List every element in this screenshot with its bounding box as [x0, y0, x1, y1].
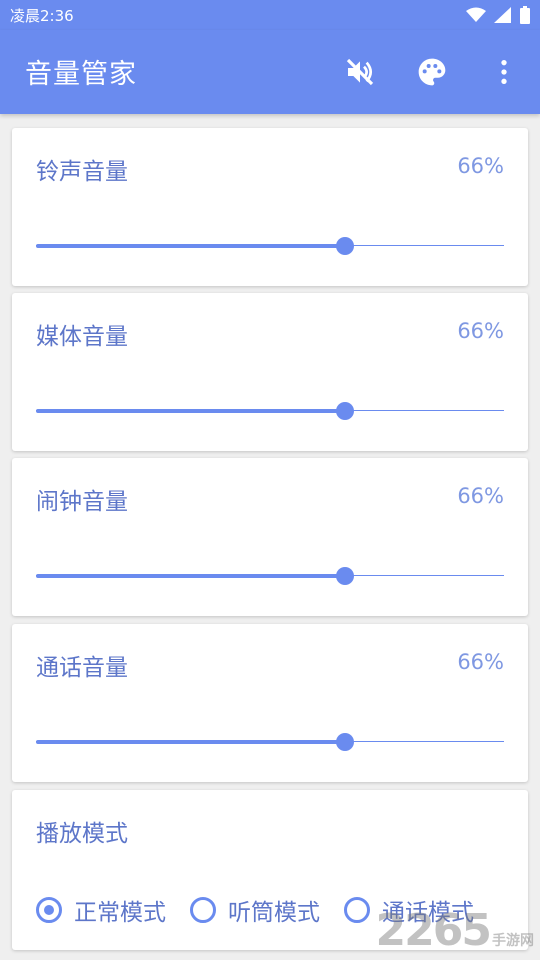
slider-fill	[36, 740, 345, 744]
media-volume-card: 媒体音量 66%	[12, 293, 528, 451]
more-vert-icon	[501, 60, 507, 84]
slider-thumb[interactable]	[335, 237, 354, 255]
volume-title: 通话音量	[36, 655, 128, 681]
site-watermark: 2265 手游网	[376, 905, 534, 956]
call-volume-slider[interactable]	[36, 732, 504, 752]
slider-thumb[interactable]	[335, 567, 354, 585]
radio-button[interactable]	[36, 897, 62, 923]
alarm-volume-card: 闹钟音量 66%	[12, 458, 528, 616]
status-bar: 凌晨2:36	[0, 0, 540, 30]
play-mode-title: 播放模式	[36, 821, 128, 847]
app-title: 音量管家	[25, 59, 137, 90]
signal-icon	[494, 7, 511, 23]
slider-thumb[interactable]	[335, 733, 354, 751]
wifi-icon	[466, 7, 486, 22]
watermark-suffix: 手游网	[492, 933, 534, 949]
status-icons	[466, 6, 530, 24]
volume-percent: 66%	[457, 319, 504, 343]
app-bar: 音量管家	[0, 30, 540, 114]
ringtone-volume-card: 铃声音量 66%	[12, 128, 528, 286]
palette-icon	[418, 58, 446, 86]
theme-button[interactable]	[414, 54, 450, 90]
media-volume-slider[interactable]	[36, 401, 504, 421]
more-options-button[interactable]	[486, 54, 522, 90]
radio-selected-dot	[44, 905, 54, 915]
radio-option-earpiece[interactable]: 听筒模式	[190, 893, 320, 927]
volume-percent: 66%	[457, 154, 504, 178]
watermark-number: 2265	[375, 905, 492, 956]
volume-title: 媒体音量	[36, 324, 128, 350]
slider-fill	[36, 409, 345, 413]
slider-fill	[36, 244, 345, 248]
slider-thumb[interactable]	[335, 402, 354, 420]
mute-button[interactable]	[342, 54, 378, 90]
radio-label: 正常模式	[74, 900, 166, 926]
radio-button[interactable]	[344, 897, 370, 923]
call-volume-card: 通话音量 66%	[12, 624, 528, 782]
radio-label: 听筒模式	[228, 900, 320, 926]
slider-fill	[36, 574, 345, 578]
ringtone-volume-slider[interactable]	[36, 236, 504, 256]
status-time: 凌晨2:36	[10, 7, 74, 25]
battery-icon	[520, 6, 530, 24]
volume-title: 铃声音量	[36, 159, 128, 185]
volume-percent: 66%	[457, 650, 504, 674]
alarm-volume-slider[interactable]	[36, 566, 504, 586]
volume-title: 闹钟音量	[36, 489, 128, 515]
mute-icon	[346, 58, 374, 86]
volume-percent: 66%	[457, 484, 504, 508]
radio-button[interactable]	[190, 897, 216, 923]
radio-option-normal[interactable]: 正常模式	[36, 893, 166, 927]
